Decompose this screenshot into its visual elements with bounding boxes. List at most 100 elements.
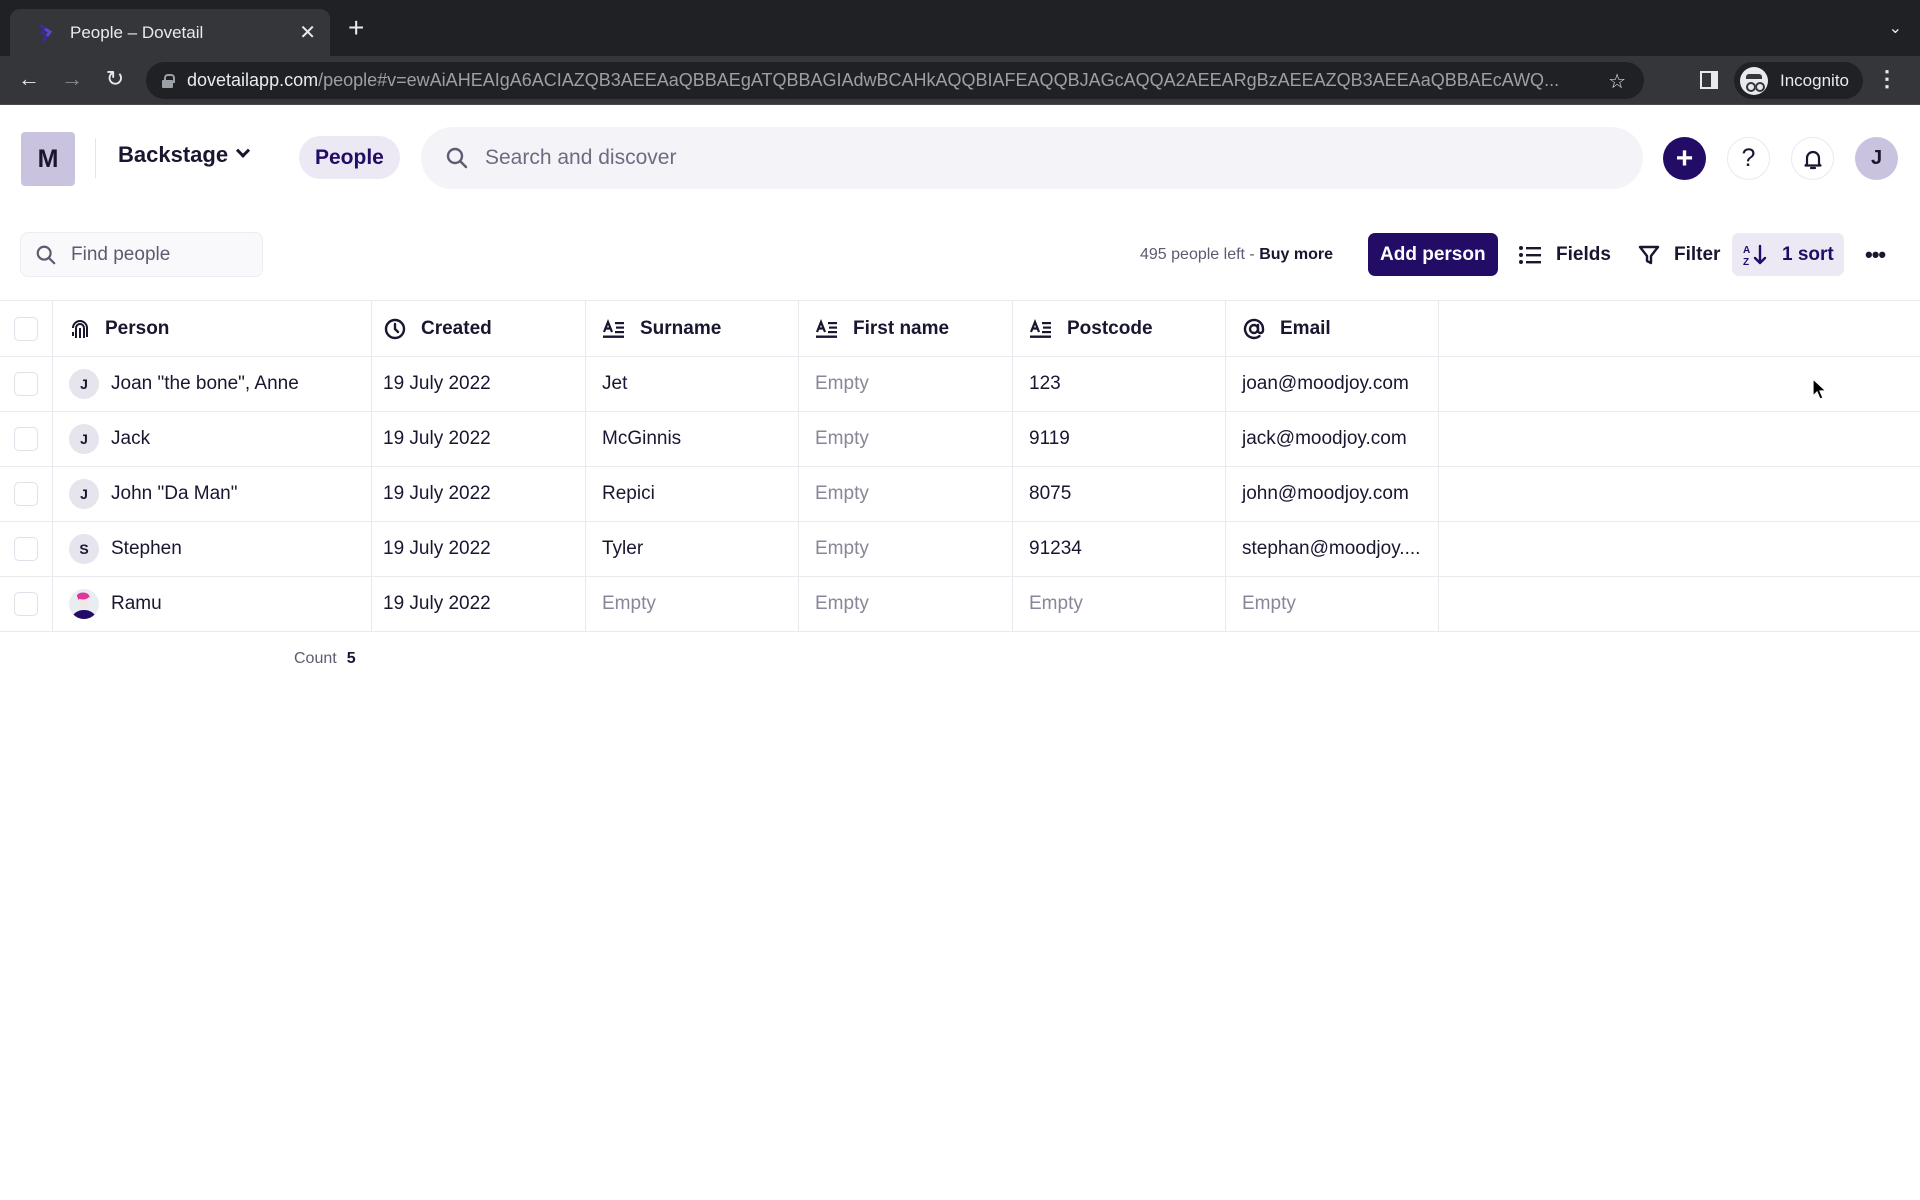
email-cell[interactable]: john@moodjoy.com xyxy=(1226,467,1439,521)
help-button[interactable]: ? xyxy=(1727,137,1770,180)
text-field-icon xyxy=(602,318,624,338)
first-name-cell[interactable]: Empty xyxy=(799,357,1013,411)
incognito-indicator[interactable]: Incognito xyxy=(1734,62,1863,99)
side-panel-icon[interactable] xyxy=(1700,71,1718,89)
person-name: Jack xyxy=(111,428,151,449)
row-checkbox[interactable] xyxy=(14,482,38,506)
created-cell[interactable]: 19 July 2022 xyxy=(372,412,586,466)
first-name-cell[interactable]: Empty xyxy=(799,467,1013,521)
row-checkbox[interactable] xyxy=(14,372,38,396)
filter-label: Filter xyxy=(1674,243,1721,265)
postcode-cell[interactable]: 8075 xyxy=(1013,467,1226,521)
column-header-person[interactable]: Person xyxy=(53,301,372,356)
row-filler xyxy=(1439,522,1920,576)
sort-button[interactable]: AZ 1 sort xyxy=(1732,233,1844,276)
people-toolbar: 495 people left - Buy more Add person Fi… xyxy=(0,225,1920,285)
incognito-label: Incognito xyxy=(1780,70,1849,90)
bookmark-star-icon[interactable]: ☆ xyxy=(1608,69,1626,94)
add-person-button[interactable]: Add person xyxy=(1368,233,1498,276)
column-header-postcode[interactable]: Postcode xyxy=(1013,301,1226,356)
find-people-input[interactable] xyxy=(71,243,251,266)
email-cell[interactable]: Empty xyxy=(1226,577,1439,631)
surname-cell[interactable]: Tyler xyxy=(586,522,799,576)
back-button[interactable]: ← xyxy=(14,66,44,92)
url-path: /people#v=ewAiAHEAIgA6ACIAZQB3AEEAaQBBAE… xyxy=(318,70,1560,90)
person-name: John "Da Man" xyxy=(111,483,238,504)
postcode-cell[interactable]: 91234 xyxy=(1013,522,1226,576)
table-row[interactable]: S Stephen 19 July 2022 Tyler Empty 91234 … xyxy=(0,522,1920,577)
global-search-input[interactable] xyxy=(485,146,1585,170)
column-header-first-name[interactable]: First name xyxy=(799,301,1013,356)
first-name-cell[interactable]: Empty xyxy=(799,577,1013,631)
row-filler xyxy=(1439,577,1920,631)
tab-search-chevron-icon[interactable]: ⌄ xyxy=(1889,18,1902,38)
filter-button[interactable]: Filter xyxy=(1628,233,1730,276)
person-cell[interactable]: J Jack xyxy=(53,412,372,466)
find-people-field[interactable] xyxy=(20,232,263,277)
table-row[interactable]: J Joan "the bone", Anne 19 July 2022 Jet … xyxy=(0,357,1920,412)
email-cell[interactable]: joan@moodjoy.com xyxy=(1226,357,1439,411)
created-cell[interactable]: 19 July 2022 xyxy=(372,467,586,521)
address-bar[interactable]: dovetailapp.com/people#v=ewAiAHEAIgA6ACI… xyxy=(146,62,1644,99)
column-header-email[interactable]: Email xyxy=(1226,301,1439,356)
person-cell[interactable]: S Stephen xyxy=(53,522,372,576)
postcode-cell[interactable]: 9119 xyxy=(1013,412,1226,466)
created-cell[interactable]: 19 July 2022 xyxy=(372,522,586,576)
email-cell[interactable]: stephan@moodjoy.... xyxy=(1226,522,1439,576)
created-cell[interactable]: 19 July 2022 xyxy=(372,577,586,631)
notifications-button[interactable] xyxy=(1791,137,1834,180)
created-cell[interactable]: 19 July 2022 xyxy=(372,357,586,411)
user-avatar[interactable]: J xyxy=(1855,137,1898,180)
postcode-cell[interactable]: Empty xyxy=(1013,577,1226,631)
person-cell[interactable]: J Joan "the bone", Anne xyxy=(53,357,372,411)
browser-toolbar: ← → ↻ dovetailapp.com/people#v=ewAiAHEAI… xyxy=(0,56,1920,105)
illustrated-avatar-icon xyxy=(69,589,99,619)
workspace-switcher[interactable]: Backstage xyxy=(118,142,251,168)
postcode-cell[interactable]: 123 xyxy=(1013,357,1226,411)
column-label: Postcode xyxy=(1067,317,1153,339)
first-name-cell[interactable]: Empty xyxy=(799,522,1013,576)
at-sign-icon xyxy=(1243,318,1265,339)
first-name-cell[interactable]: Empty xyxy=(799,412,1013,466)
table-row[interactable]: Ramu 19 July 2022 Empty Empty Empty Empt… xyxy=(0,577,1920,632)
row-filler xyxy=(1439,412,1920,466)
person-avatar: J xyxy=(69,479,99,509)
fields-button[interactable]: Fields xyxy=(1508,233,1621,276)
person-name: Stephen xyxy=(111,538,182,559)
workspace-logo[interactable]: M xyxy=(21,132,75,186)
row-checkbox[interactable] xyxy=(14,592,38,616)
table-row[interactable]: J John "Da Man" 19 July 2022 Repici Empty… xyxy=(0,467,1920,522)
lock-icon xyxy=(162,74,175,88)
tab-close-icon[interactable]: ✕ xyxy=(299,20,316,45)
browser-menu-icon[interactable]: ⋮ xyxy=(1876,66,1898,92)
person-avatar: S xyxy=(69,534,99,564)
browser-tab[interactable]: People – Dovetail ✕ xyxy=(10,9,330,56)
nav-people[interactable]: People xyxy=(299,136,400,179)
clock-icon xyxy=(384,318,406,339)
surname-cell[interactable]: Jet xyxy=(586,357,799,411)
table-row[interactable]: J Jack 19 July 2022 McGinnis Empty 9119 j… xyxy=(0,412,1920,467)
reload-button[interactable]: ↻ xyxy=(100,66,130,92)
person-cell[interactable]: Ramu xyxy=(53,577,372,631)
list-icon xyxy=(1519,245,1541,264)
surname-cell[interactable]: Repici xyxy=(586,467,799,521)
email-cell[interactable]: jack@moodjoy.com xyxy=(1226,412,1439,466)
global-search[interactable] xyxy=(421,127,1643,189)
more-options-icon[interactable]: ••• xyxy=(1855,233,1895,276)
bell-icon xyxy=(1803,150,1822,169)
column-header-created[interactable]: Created xyxy=(372,301,586,356)
url-host: dovetailapp.com xyxy=(187,70,319,90)
buy-more-link[interactable]: Buy more xyxy=(1259,246,1333,263)
row-checkbox[interactable] xyxy=(14,427,38,451)
select-all-checkbox[interactable] xyxy=(14,316,38,341)
forward-button[interactable]: → xyxy=(57,66,87,92)
filter-icon xyxy=(1638,245,1660,264)
surname-cell[interactable]: Empty xyxy=(586,577,799,631)
surname-cell[interactable]: McGinnis xyxy=(586,412,799,466)
row-checkbox[interactable] xyxy=(14,537,38,561)
quota-text: 495 people left - xyxy=(1140,246,1260,263)
person-cell[interactable]: J John "Da Man" xyxy=(53,467,372,521)
create-button[interactable]: + xyxy=(1663,137,1706,180)
new-tab-button[interactable]: + xyxy=(348,14,364,42)
column-header-surname[interactable]: Surname xyxy=(586,301,799,356)
